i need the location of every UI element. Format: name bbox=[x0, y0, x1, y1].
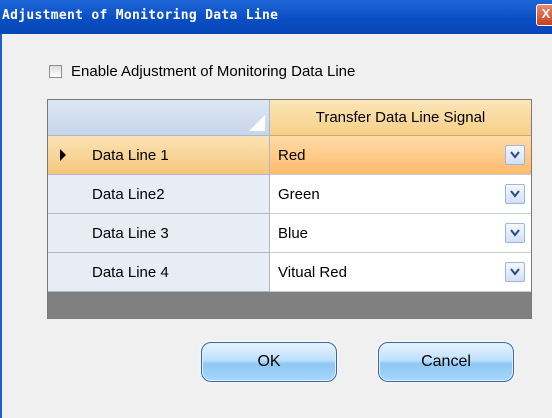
row-label: Data Line 4 bbox=[92, 264, 169, 281]
enable-adjustment-label: Enable Adjustment of Monitoring Data Lin… bbox=[71, 62, 356, 80]
select-all-icon bbox=[249, 115, 265, 131]
triangle-right-icon bbox=[60, 149, 66, 161]
column-header-signal[interactable]: Transfer Data Line Signal bbox=[270, 100, 531, 136]
row-label: Data Line 3 bbox=[92, 225, 169, 242]
table-row[interactable]: Data Line 4 Vitual Red bbox=[48, 253, 531, 292]
signal-value: Red bbox=[278, 147, 306, 164]
chevron-down-icon bbox=[510, 151, 520, 159]
close-icon: X bbox=[541, 6, 551, 21]
table-row[interactable]: Data Line2 Green bbox=[48, 175, 531, 214]
row-header[interactable]: Data Line2 bbox=[48, 175, 270, 214]
dropdown-button[interactable] bbox=[505, 262, 525, 282]
title-bar: Adjustment of Monitoring Data Line X bbox=[0, 0, 552, 34]
chevron-down-icon bbox=[510, 190, 520, 198]
enable-adjustment-option[interactable]: Enable Adjustment of Monitoring Data Lin… bbox=[49, 61, 355, 81]
row-header[interactable]: Data Line 4 bbox=[48, 253, 270, 292]
data-line-grid: Transfer Data Line Signal Data Line 1 Re… bbox=[47, 99, 532, 319]
dropdown-button[interactable] bbox=[505, 184, 525, 204]
row-header[interactable]: Data Line 3 bbox=[48, 214, 270, 253]
row-label: Data Line2 bbox=[92, 186, 165, 203]
grid-corner-header[interactable] bbox=[48, 100, 270, 136]
window-title: Adjustment of Monitoring Data Line bbox=[2, 8, 279, 23]
signal-select[interactable]: Blue bbox=[270, 214, 531, 253]
signal-select[interactable]: Green bbox=[270, 175, 531, 214]
row-header[interactable]: Data Line 1 bbox=[48, 136, 270, 175]
cancel-button[interactable]: Cancel bbox=[378, 342, 514, 382]
dropdown-button[interactable] bbox=[505, 145, 525, 165]
ok-button[interactable]: OK bbox=[201, 342, 337, 382]
table-row[interactable]: Data Line 3 Blue bbox=[48, 214, 531, 253]
signal-value: Vitual Red bbox=[278, 264, 347, 281]
chevron-down-icon bbox=[510, 268, 520, 276]
table-row[interactable]: Data Line 1 Red bbox=[48, 136, 531, 175]
enable-adjustment-checkbox[interactable] bbox=[49, 64, 62, 78]
signal-select[interactable]: Red bbox=[270, 136, 531, 175]
signal-value: Green bbox=[278, 186, 320, 203]
window-border bbox=[0, 34, 2, 418]
close-button[interactable]: X bbox=[536, 4, 552, 26]
chevron-down-icon bbox=[510, 229, 520, 237]
signal-value: Blue bbox=[278, 225, 309, 242]
signal-select[interactable]: Vitual Red bbox=[270, 253, 531, 292]
dropdown-button[interactable] bbox=[505, 223, 525, 243]
row-label: Data Line 1 bbox=[92, 147, 169, 164]
